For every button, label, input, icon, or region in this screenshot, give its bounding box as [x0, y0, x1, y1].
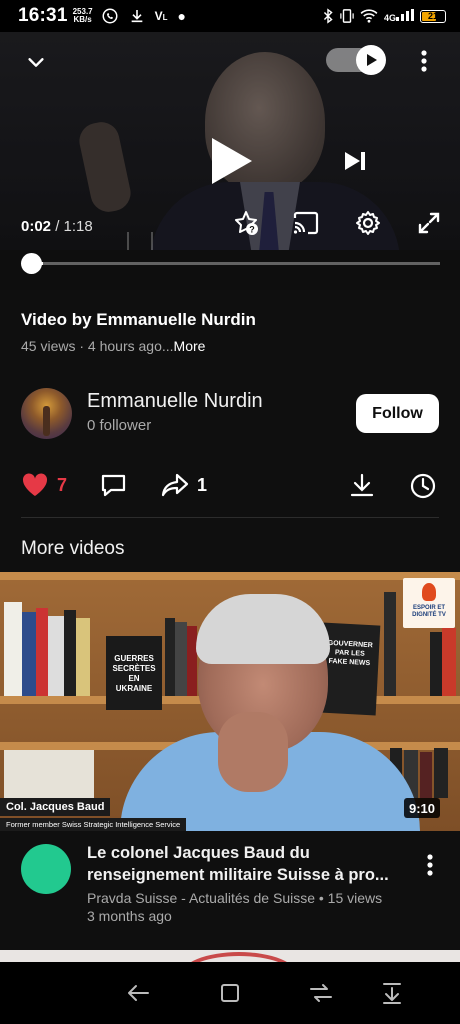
- cast-icon[interactable]: [291, 208, 321, 238]
- follow-button[interactable]: Follow: [356, 394, 439, 433]
- wifi-icon: [360, 9, 378, 23]
- fullscreen-icon[interactable]: [414, 208, 444, 238]
- progress-scrubber[interactable]: [21, 253, 42, 274]
- recents-icon[interactable]: [217, 980, 243, 1006]
- heart-icon: [22, 473, 48, 496]
- thumbnail-caption: Col. Jacques Baud: [0, 798, 111, 816]
- playback-time: 0:02 / 1:18: [21, 218, 93, 235]
- clock-icon: [410, 473, 436, 499]
- whatsapp-icon: [102, 8, 118, 24]
- video-title: Video by Emmanuelle Nurdin: [21, 310, 256, 329]
- share-icon: [161, 473, 189, 497]
- download-button[interactable]: [349, 472, 375, 498]
- volte-icon: VL: [154, 9, 168, 23]
- share-button[interactable]: 1: [161, 472, 207, 498]
- thumbnail-book-cover: GUERRES SECRÈTES EN UKRAINE: [106, 636, 162, 710]
- comment-icon: [101, 474, 126, 497]
- dot-icon: ●: [177, 8, 187, 24]
- related-video-meta: Pravda Suisse - Actualités de Suisse • 1…: [87, 890, 383, 906]
- follower-count: 0 follower: [87, 417, 152, 434]
- comment-button[interactable]: [100, 472, 127, 498]
- section-title-more-videos: More videos: [21, 538, 125, 559]
- home-icon[interactable]: [308, 980, 334, 1006]
- bluetooth-icon: [323, 8, 333, 24]
- star-help-icon[interactable]: ?: [231, 208, 261, 238]
- battery-icon: 21: [420, 9, 446, 23]
- download-icon: [350, 473, 374, 497]
- autoplay-toggle[interactable]: [326, 45, 386, 75]
- more-vert-icon[interactable]: [420, 852, 440, 878]
- system-nav-bar: [0, 962, 460, 1024]
- chevron-down-icon[interactable]: [24, 50, 48, 74]
- status-time: 16:31: [18, 5, 68, 26]
- duration-badge: 9:10: [404, 798, 441, 818]
- network-speed: 253.7 KB/s: [72, 7, 93, 24]
- channel-avatar[interactable]: [21, 388, 72, 439]
- play-icon[interactable]: [208, 136, 254, 186]
- divider: [21, 517, 439, 518]
- channel-name[interactable]: Emmanuelle Nurdin: [87, 390, 263, 413]
- watch-later-button[interactable]: [409, 472, 437, 500]
- video-player[interactable]: 0:02 / 1:18 ?: [0, 32, 460, 290]
- download-icon: [131, 10, 142, 23]
- related-video-title[interactable]: Le colonel Jacques Baud du renseignement…: [87, 842, 405, 886]
- skip-next-icon[interactable]: [342, 148, 368, 174]
- vibrate-icon: [340, 9, 354, 23]
- related-video-thumbnail[interactable]: GUERRES SECRÈTES EN UKRAINE GOUVERNER PA…: [0, 572, 460, 831]
- more-vert-icon[interactable]: [414, 48, 434, 74]
- like-count: 7: [57, 474, 68, 495]
- signal-icon: 4G: [384, 9, 414, 23]
- next-video-thumbnail-peek[interactable]: [0, 950, 460, 962]
- more-link[interactable]: More: [174, 338, 206, 354]
- video-meta: 45 views · 4 hours ago...More: [21, 338, 206, 354]
- related-video-age: 3 months ago: [87, 908, 172, 924]
- share-count: 1: [197, 474, 208, 495]
- thumbnail-subcaption: Former member Swiss Strategic Intelligen…: [0, 818, 187, 831]
- like-button[interactable]: 7: [21, 472, 67, 498]
- related-channel-avatar[interactable]: [21, 844, 71, 894]
- channel-logo-watermark: ESPOIR ET DIGNITÉ TV: [403, 578, 455, 628]
- progress-bar[interactable]: [32, 262, 440, 265]
- status-bar: 16:31 253.7 KB/s VL ● 4G 21: [0, 0, 460, 32]
- notification-pull-icon[interactable]: [379, 980, 405, 1006]
- autoplay-play-icon: [356, 45, 386, 75]
- back-icon[interactable]: [125, 980, 151, 1006]
- svg-text:?: ?: [249, 225, 255, 235]
- settings-icon[interactable]: [353, 208, 383, 238]
